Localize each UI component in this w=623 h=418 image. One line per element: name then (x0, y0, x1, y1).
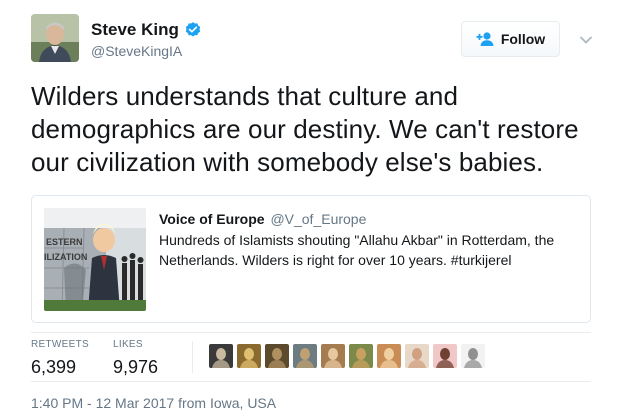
liker-avatar[interactable] (293, 344, 317, 368)
tweet-timestamp[interactable]: 1:40 PM - 12 Mar 2017 from Iowa, USA (31, 394, 276, 412)
quoted-tweet-text: Hundreds of Islamists shouting "Allahu A… (159, 232, 555, 268)
thumbnail-text-2: ILIZATION (44, 252, 87, 262)
liker-avatar[interactable] (237, 344, 261, 368)
liker-avatar[interactable] (461, 344, 485, 368)
tweet-header: Steve King @SteveKingIA Follow (31, 14, 593, 66)
author-handle[interactable]: @SteveKingIA (91, 42, 202, 60)
stats-separator (192, 341, 193, 373)
add-user-icon (476, 31, 496, 47)
liker-avatar[interactable] (433, 344, 457, 368)
quoted-display-name[interactable]: Voice of Europe (159, 211, 265, 227)
thumbnail-text-1: ESTERN (46, 237, 83, 247)
liker-avatar[interactable] (265, 344, 289, 368)
quoted-tweet-card[interactable]: ESTERN ILIZATION Voice of Europe @V_of_E… (31, 195, 591, 323)
liker-avatar[interactable] (377, 344, 401, 368)
liker-avatar[interactable] (321, 344, 345, 368)
likes-label: LIKES (113, 339, 143, 350)
likes-stat[interactable]: LIKES 9,976 (113, 339, 158, 378)
follow-button-label: Follow (500, 31, 546, 47)
likes-count: 9,976 (113, 357, 159, 377)
likers-avatar-list (209, 344, 485, 368)
author-display-name[interactable]: Steve King (91, 20, 179, 40)
retweets-stat[interactable]: RETWEETS 6,399 (31, 339, 89, 378)
divider-bottom (31, 381, 591, 382)
quoted-handle[interactable]: @V_of_Europe (270, 211, 366, 227)
quoted-tweet-thumbnail[interactable]: ESTERN ILIZATION (44, 208, 146, 311)
retweets-label: RETWEETS (31, 339, 89, 350)
retweets-count: 6,399 (31, 357, 77, 377)
follow-button[interactable]: Follow (461, 21, 560, 57)
tweet-text: Wilders understands that culture and dem… (31, 81, 579, 177)
verified-badge-icon (184, 21, 202, 39)
liker-avatar[interactable] (349, 344, 373, 368)
quoted-tweet-body: Voice of Europe @V_of_Europe Hundreds of… (159, 210, 579, 270)
chevron-down-icon[interactable] (579, 32, 593, 44)
divider-top (31, 332, 591, 333)
author-name-block: Steve King @SteveKingIA (91, 20, 202, 60)
liker-avatar[interactable] (405, 344, 429, 368)
author-avatar[interactable] (31, 14, 79, 62)
liker-avatar[interactable] (209, 344, 233, 368)
